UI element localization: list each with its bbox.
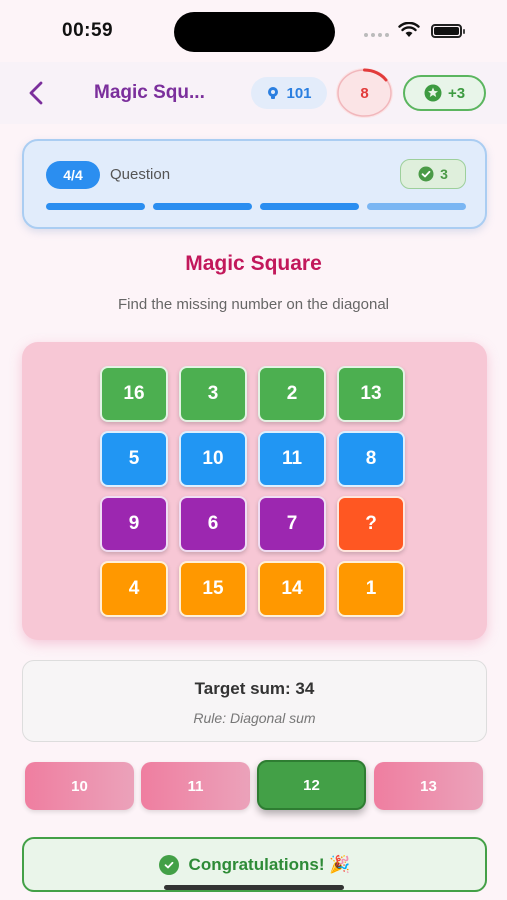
banner-text: Congratulations! 🎉 (188, 854, 351, 874)
countdown-timer: 8 (336, 68, 393, 118)
grid-cell: 1 (337, 561, 405, 617)
target-info-card: Target sum: 34 Rule: Diagonal sum (22, 660, 487, 742)
check-circle-icon (418, 166, 434, 182)
progress-segment (46, 203, 145, 210)
rule-text: Rule: Diagonal sum (193, 710, 316, 726)
grid-cell: 8 (337, 431, 405, 487)
grid-cell: 3 (179, 366, 247, 422)
dynamic-island (174, 12, 335, 52)
question-label: Question (110, 166, 171, 183)
question-card: 4/4 Question 3 (22, 139, 487, 229)
missing-cell[interactable]: ? (337, 496, 405, 552)
puzzle-instructions: Find the missing number on the diagonal (118, 296, 389, 313)
grid-cell: 15 (179, 561, 247, 617)
grid-cell: 9 (100, 496, 168, 552)
magic-square-grid: 16 3 2 13 5 10 11 8 9 6 7? 4 15 14 1 (100, 366, 405, 617)
question-number-badge: 4/4 (46, 161, 100, 189)
puzzle-title: Magic Square (185, 252, 322, 275)
correct-count: 3 (440, 166, 448, 182)
grid-cell: 7 (258, 496, 326, 552)
progress-segment (367, 203, 466, 210)
battery-icon (431, 24, 465, 38)
chevron-left-icon[interactable] (26, 80, 48, 106)
target-sum: Target sum: 34 (194, 679, 315, 698)
grid-cell: 2 (258, 366, 326, 422)
answer-option-12[interactable]: 12 (257, 760, 366, 810)
answer-option-11[interactable]: 11 (141, 762, 250, 810)
grid-cell: 4 (100, 561, 168, 617)
score-value: +3 (447, 84, 466, 102)
correct-count-badge: 3 (400, 159, 466, 189)
grid-cell: 16 (100, 366, 168, 422)
question-progress (46, 203, 466, 210)
app-bar: Magic Squ... 101 8 +3 (0, 62, 507, 124)
progress-segment (153, 203, 252, 210)
grid-cell: 14 (258, 561, 326, 617)
status-bar: 00:59 (0, 0, 507, 62)
wifi-icon (398, 22, 420, 37)
answer-option-10[interactable]: 10 (25, 762, 134, 810)
hints-button[interactable]: 101 (251, 77, 327, 109)
answer-options: 10 11 12 13 (25, 760, 483, 810)
status-time: 00:59 (62, 20, 114, 41)
grid-cell: 5 (100, 431, 168, 487)
magic-square-board: 16 3 2 13 5 10 11 8 9 6 7? 4 15 14 1 (22, 342, 487, 640)
grid-cell: 13 (337, 366, 405, 422)
timer-value: 8 (360, 84, 369, 102)
progress-segment (260, 203, 359, 210)
grid-cell: 10 (179, 431, 247, 487)
page-title: Magic Squ... (94, 82, 205, 103)
check-circle-icon (158, 854, 179, 875)
star-icon (424, 84, 442, 102)
home-indicator (164, 885, 344, 890)
grid-cell: 11 (258, 431, 326, 487)
congratulations-banner: Congratulations! 🎉 (22, 837, 487, 892)
hints-count: 101 (286, 84, 312, 102)
cellular-signal-icon (364, 33, 389, 37)
grid-cell: 6 (179, 496, 247, 552)
answer-option-13[interactable]: 13 (374, 762, 483, 810)
lightbulb-icon (268, 87, 279, 99)
score-badge: +3 (403, 75, 486, 111)
